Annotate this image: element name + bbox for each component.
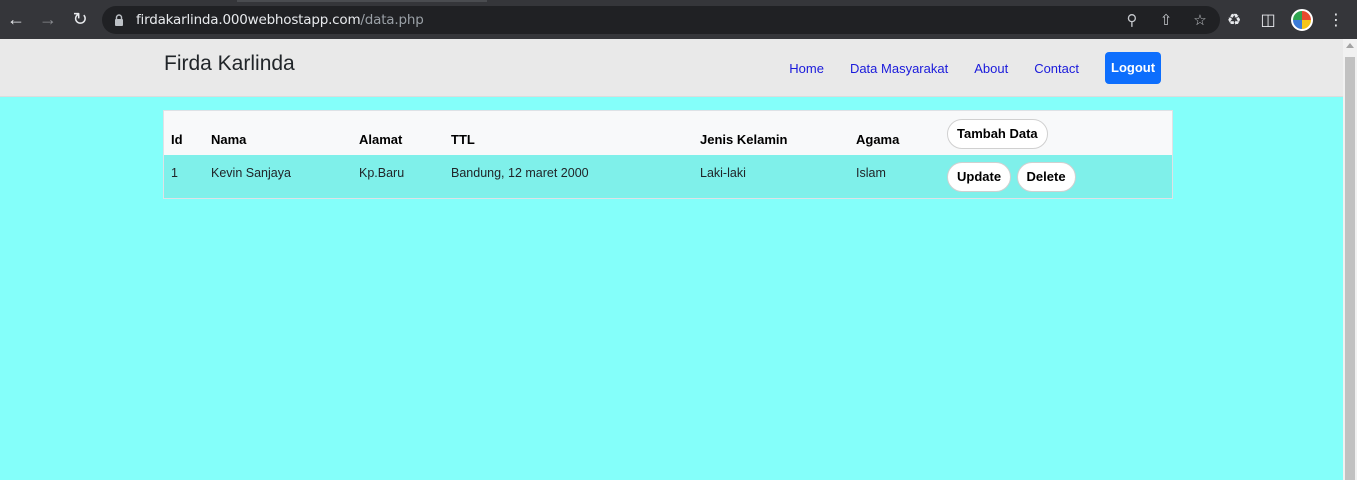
nav-link-contact[interactable]: Contact [1034, 61, 1079, 76]
header-jenis-kelamin: Jenis Kelamin [700, 132, 788, 147]
bookmark-star-icon[interactable]: ☆ [1190, 11, 1210, 29]
share-icon[interactable]: ⇧ [1156, 11, 1176, 29]
forward-arrow-icon[interactable]: → [32, 4, 64, 36]
logout-button[interactable]: Logout [1105, 52, 1161, 84]
header-actions: Tambah Data [940, 111, 1172, 155]
header-alamat: Alamat [359, 132, 403, 147]
url-text[interactable]: firdakarlinda.000webhostapp.com/data.php [136, 12, 424, 28]
tambah-data-button[interactable]: Tambah Data [947, 119, 1048, 149]
header-nama: Nama [211, 132, 247, 147]
delete-button[interactable]: Delete [1016, 162, 1076, 192]
zoom-icon[interactable]: ⚲ [1122, 11, 1142, 29]
nav-link-data-masyarakat[interactable]: Data Masyarakat [850, 61, 948, 76]
cell-actions: Update Delete [940, 155, 1172, 198]
cell-ttl: Bandung, 12 maret 2000 [451, 166, 589, 180]
back-arrow-icon[interactable]: ← [0, 4, 32, 36]
nav-link-about[interactable]: About [974, 61, 1008, 76]
cell-jenis-kelamin: Laki-laki [700, 166, 746, 180]
nav-links: Home Data Masyarakat About Contact Logou… [789, 52, 1161, 84]
header-agama: Agama [856, 132, 900, 147]
scroll-up-arrow-icon[interactable] [1346, 43, 1354, 48]
lock-icon [114, 14, 130, 26]
extensions-puzzle-icon[interactable]: ♻ [1223, 10, 1245, 30]
url-path: /data.php [360, 12, 424, 28]
profile-avatar[interactable] [1291, 9, 1313, 31]
site-brand[interactable]: Firda Karlinda [164, 52, 295, 76]
url-host: firdakarlinda.000webhostapp.com [136, 12, 361, 28]
cell-alamat: Kp.Baru [359, 166, 405, 180]
data-table: Id Nama Alamat TTL Jenis Kelamin Agama T… [164, 111, 1172, 198]
header-ttl: TTL [451, 132, 475, 147]
active-tab-indicator [237, 0, 487, 2]
page-scrollbar[interactable] [1343, 39, 1357, 480]
table-header-row: Id Nama Alamat TTL Jenis Kelamin Agama T… [164, 111, 1172, 155]
update-button[interactable]: Update [947, 162, 1012, 192]
data-table-container: Id Nama Alamat TTL Jenis Kelamin Agama T… [163, 110, 1173, 199]
cell-nama: Kevin Sanjaya [211, 166, 291, 180]
cell-id: 1 [171, 166, 178, 180]
table-row: 1 Kevin Sanjaya Kp.Baru Bandung, 12 mare… [164, 155, 1172, 198]
reload-icon[interactable]: ↻ [64, 4, 96, 36]
header-id: Id [171, 132, 183, 147]
scrollbar-thumb[interactable] [1345, 57, 1355, 480]
side-panel-icon[interactable]: ◫ [1257, 10, 1279, 30]
menu-kebab-icon[interactable]: ⋮ [1325, 10, 1347, 30]
nav-link-home[interactable]: Home [789, 61, 824, 76]
address-bar[interactable]: firdakarlinda.000webhostapp.com/data.php… [102, 6, 1220, 34]
site-navbar: Firda Karlinda Home Data Masyarakat Abou… [0, 39, 1343, 97]
browser-toolbar: ← → ↻ firdakarlinda.000webhostapp.com/da… [0, 0, 1357, 39]
cell-agama: Islam [856, 166, 886, 180]
